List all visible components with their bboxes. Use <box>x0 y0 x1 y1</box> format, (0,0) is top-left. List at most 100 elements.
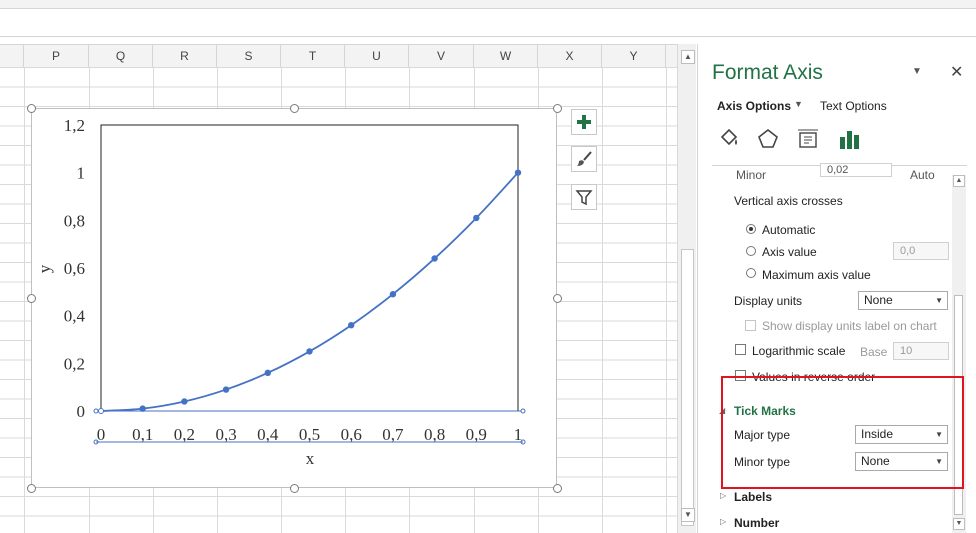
resize-handle[interactable] <box>27 104 36 113</box>
data-point <box>389 291 397 298</box>
column-header-s[interactable]: S <box>217 45 281 67</box>
minor-unit-input[interactable]: 0,02 <box>820 163 892 177</box>
resize-handle[interactable] <box>290 484 299 493</box>
column-header-spacer <box>0 45 24 67</box>
scroll-down-arrow-icon[interactable]: ▼ <box>681 508 695 522</box>
collapse-triangle-icon[interactable]: ▷ <box>720 517 726 526</box>
x-tick-label: 0,7 <box>382 425 404 444</box>
data-point <box>139 405 146 412</box>
axis-handle <box>520 408 526 414</box>
pentagon-icon <box>758 128 778 148</box>
resize-handle[interactable] <box>553 294 562 303</box>
tab-text-options[interactable]: Text Options <box>820 99 887 113</box>
base-input[interactable]: 10 <box>893 342 949 360</box>
display-units-dropdown[interactable]: None ▼ <box>858 291 948 310</box>
effects-tab[interactable] <box>756 127 780 154</box>
column-header-q[interactable]: Q <box>89 45 153 67</box>
chart-styles-button[interactable] <box>571 146 597 172</box>
column-header-p[interactable]: P <box>24 45 89 67</box>
data-point <box>473 214 480 222</box>
paint-bucket-icon <box>720 128 738 146</box>
column-header-r[interactable]: R <box>153 45 217 67</box>
pane-title: Format Axis <box>712 61 823 84</box>
resize-handle[interactable] <box>290 104 299 113</box>
y-tick-label: 0,2 <box>64 354 85 373</box>
x-tick-label: 0,4 <box>257 425 279 444</box>
collapse-triangle-icon[interactable]: ▷ <box>720 491 726 500</box>
radio-axis-value[interactable] <box>746 246 756 256</box>
chart-area[interactable]: 0 0,2 0,4 0,6 0,8 1 1,2 0 0,1 0,2 0,3 0,4 0,5 0,6 0,7 0… <box>31 108 557 488</box>
column-header-t[interactable]: T <box>281 45 345 67</box>
pane-options-dropdown-icon[interactable]: ▼ <box>912 66 922 77</box>
formula-bar[interactable] <box>0 9 976 37</box>
resize-handle[interactable] <box>27 484 36 493</box>
size-properties-tab[interactable] <box>796 127 820 154</box>
y-tick-label: 1,2 <box>64 116 85 135</box>
scroll-up-arrow-icon[interactable]: ▲ <box>681 50 695 64</box>
axis-options-tab[interactable] <box>837 127 861 154</box>
x-tick-label: 0,5 <box>299 425 320 444</box>
display-units-label: Display units <box>734 294 803 308</box>
column-header-u[interactable]: U <box>345 45 409 67</box>
radio-maximum-label[interactable]: Maximum axis value <box>762 268 871 282</box>
resize-handle[interactable] <box>553 104 562 113</box>
x-axis-title: x <box>306 449 315 468</box>
minor-label: Minor <box>736 168 767 182</box>
y-tick-label: 0,4 <box>64 307 86 326</box>
column-header: P Q R S T U V W X Y <box>0 44 677 68</box>
scroll-up-arrow-icon[interactable]: ▲ <box>953 175 965 187</box>
data-point <box>264 369 271 377</box>
y-tick-label: 0,8 <box>64 211 85 230</box>
bar-chart-icon <box>840 131 859 149</box>
column-header-x[interactable]: X <box>538 45 602 67</box>
show-units-label: Show display units label on chart <box>762 319 937 333</box>
highlight-box <box>721 376 964 489</box>
chart-filters-button[interactable] <box>571 184 597 210</box>
x-tick-label: 0,2 <box>174 425 195 444</box>
base-label: Base <box>860 345 888 359</box>
x-tick-label: 0,9 <box>466 425 487 444</box>
scatter-chart: 00,20,40,60,811,20 0,1 0,2 0,3 0,4 0,5 0,6 0,7 0… <box>35 116 526 468</box>
show-units-checkbox[interactable] <box>745 320 756 331</box>
data-point <box>98 408 104 414</box>
x-tick-label: 0,6 <box>341 425 362 444</box>
display-units-value: None <box>864 293 893 307</box>
radio-maximum-axis-value[interactable] <box>746 268 756 278</box>
tab-axis-options[interactable]: Axis Options <box>717 99 791 113</box>
data-point <box>222 386 230 393</box>
plus-icon <box>577 115 591 129</box>
axis-handle <box>93 408 99 414</box>
radio-axis-value-label[interactable]: Axis value <box>762 245 817 259</box>
radio-automatic-label[interactable]: Automatic <box>762 223 815 237</box>
y-tick-label: 0 <box>77 402 86 421</box>
axis-value-input[interactable]: 0,0 <box>893 242 949 260</box>
resize-handle[interactable] <box>553 484 562 493</box>
chart-elements-button[interactable] <box>571 109 597 135</box>
log-scale-label[interactable]: Logarithmic scale <box>752 344 845 358</box>
radio-automatic[interactable] <box>746 224 756 234</box>
axis-options-dropdown-icon[interactable]: ▼ <box>794 99 803 109</box>
fill-line-tab[interactable] <box>717 127 741 154</box>
scroll-down-arrow-icon[interactable]: ▼ <box>953 518 965 530</box>
x-tick-label: 0,8 <box>424 425 445 444</box>
scroll-thumb[interactable] <box>681 249 694 526</box>
brush-icon <box>577 151 592 166</box>
sheet-vertical-scrollbar[interactable]: ▲ ▼ <box>677 44 696 533</box>
y-tick-label: 1 <box>77 164 86 183</box>
labels-section[interactable]: Labels <box>734 490 772 504</box>
log-scale-checkbox[interactable] <box>735 344 746 355</box>
column-header-w[interactable]: W <box>474 45 538 67</box>
close-icon[interactable]: ✕ <box>950 62 963 82</box>
x-tick-label: 0,3 <box>215 425 236 444</box>
minor-auto-label: Auto <box>910 168 935 182</box>
number-section[interactable]: Number <box>734 516 779 530</box>
y-tick-label: 0,6 <box>64 259 85 278</box>
y-axis-title: y <box>35 264 54 273</box>
size-properties-icon <box>798 129 818 148</box>
column-header-y[interactable]: Y <box>602 45 666 67</box>
ribbon-edge <box>0 0 976 9</box>
data-point <box>306 348 313 355</box>
column-header-v[interactable]: V <box>409 45 474 67</box>
data-point <box>181 398 188 405</box>
resize-handle[interactable] <box>27 294 36 303</box>
